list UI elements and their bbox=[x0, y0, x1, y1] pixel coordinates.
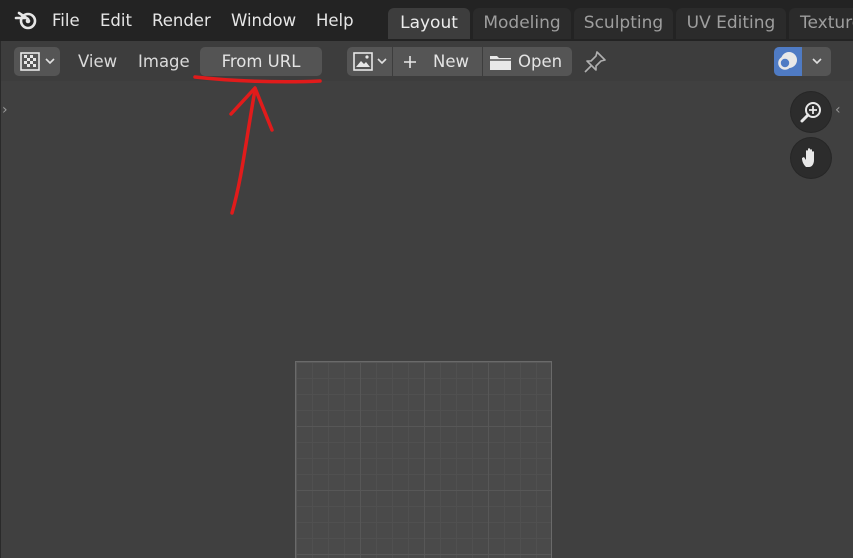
chevron-down-icon bbox=[812, 58, 822, 65]
blender-logo-icon[interactable] bbox=[14, 9, 38, 31]
new-label: New bbox=[433, 52, 469, 71]
tab-texture[interactable]: Texture bbox=[789, 8, 853, 39]
top-bar: File Edit Render Window Help Layout Mode… bbox=[0, 0, 853, 41]
hand-pan-icon bbox=[802, 148, 814, 167]
from-url-button[interactable]: From URL bbox=[200, 47, 322, 76]
pan-button[interactable] bbox=[791, 138, 831, 178]
tab-layout[interactable]: Layout bbox=[388, 8, 470, 39]
image-canvas-grid[interactable] bbox=[295, 361, 552, 558]
tab-modeling[interactable]: Modeling bbox=[473, 8, 571, 39]
toolbar-expand-arrow-icon[interactable]: › bbox=[2, 102, 8, 118]
overlay-icon bbox=[778, 52, 797, 70]
view-menu[interactable]: View bbox=[78, 53, 117, 71]
open-label: Open bbox=[518, 52, 563, 71]
zoom-button[interactable] bbox=[791, 92, 831, 132]
overlay-dropdown[interactable] bbox=[774, 47, 831, 76]
tab-uv-editing[interactable]: UV Editing bbox=[676, 8, 786, 39]
menu-help[interactable]: Help bbox=[316, 11, 354, 31]
menu-edit[interactable]: Edit bbox=[100, 11, 132, 31]
tab-sculpting[interactable]: Sculpting bbox=[574, 8, 673, 39]
image-menu[interactable]: Image bbox=[138, 53, 190, 71]
browse-image-button[interactable] bbox=[347, 47, 392, 76]
chevron-down-icon bbox=[377, 58, 387, 65]
pin-icon[interactable] bbox=[583, 50, 607, 74]
image-editor-icon bbox=[20, 52, 40, 71]
chevron-down-icon bbox=[45, 58, 55, 65]
overlay-toggle[interactable] bbox=[774, 47, 802, 76]
image-browse-icon bbox=[353, 52, 373, 71]
menu-window[interactable]: Window bbox=[231, 11, 296, 31]
menu-file[interactable]: File bbox=[52, 11, 80, 31]
sidebar-expand-arrow-icon[interactable]: ‹ bbox=[835, 102, 841, 118]
editor-header: View Image From URL New Open bbox=[1, 41, 853, 81]
plus-icon bbox=[404, 56, 416, 68]
open-image-button[interactable]: Open bbox=[483, 47, 572, 76]
editor-type-button[interactable] bbox=[14, 47, 60, 76]
folder-icon bbox=[490, 56, 511, 70]
menu-render[interactable]: Render bbox=[152, 11, 211, 31]
new-image-button[interactable]: New bbox=[393, 47, 482, 76]
image-editor: View Image From URL New Open › ‹ bbox=[0, 41, 853, 558]
zoom-icon bbox=[800, 102, 821, 123]
